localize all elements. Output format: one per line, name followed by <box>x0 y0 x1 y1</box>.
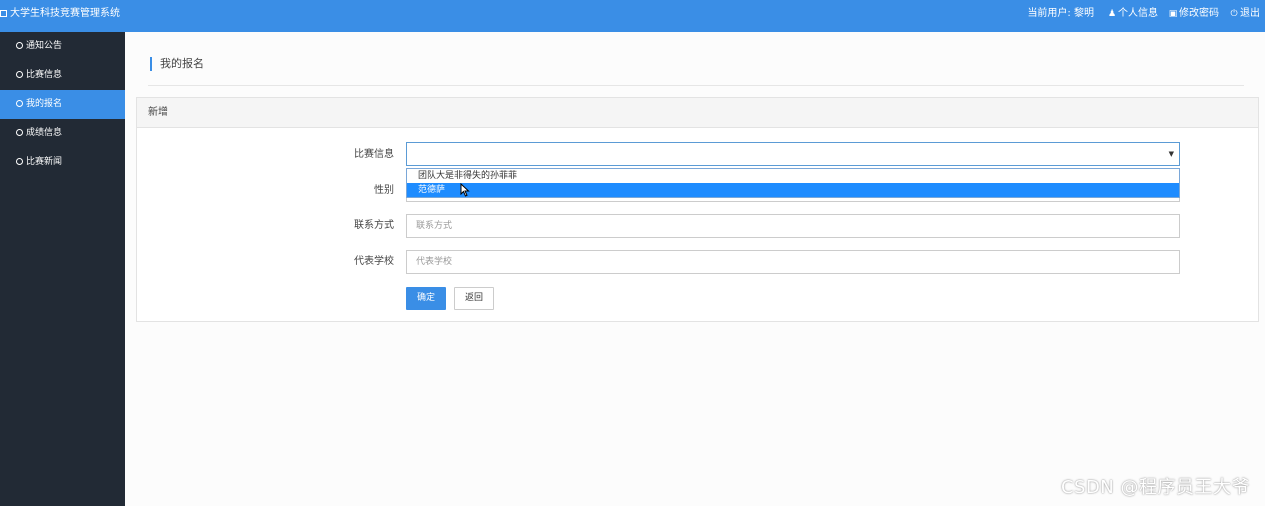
circle-icon <box>16 71 23 78</box>
app-title: 大学生科技竞赛管理系统 <box>10 8 120 19</box>
sidebar-item-scores[interactable]: 成绩信息 <box>0 119 125 148</box>
circle-icon <box>16 129 23 136</box>
current-user-label: 当前用户: 黎明 <box>1027 8 1094 19</box>
logout-link[interactable]: ⏻ 退出 <box>1224 0 1265 32</box>
confirm-button[interactable]: 确定 <box>406 287 446 310</box>
sidebar-item-competitions[interactable]: 比赛信息 <box>0 61 125 90</box>
sidebar-item-news[interactable]: 比赛新闻 <box>0 148 125 177</box>
back-button[interactable]: 返回 <box>454 287 494 310</box>
title-divider <box>148 85 1244 86</box>
sidebar: 通知公告 比赛信息 我的报名 成绩信息 比赛新闻 <box>0 32 125 506</box>
panel-title: 新增 <box>137 98 1258 128</box>
sidebar-item-my-registration[interactable]: 我的报名 <box>0 90 125 119</box>
main-content: 我的报名 新增 比赛信息 ▼ 团队大是非得失的孙菲菲 范德萨 性别 联系方式 联… <box>125 32 1265 506</box>
contact-placeholder: 联系方式 <box>416 221 453 231</box>
monitor-icon <box>0 10 7 17</box>
lock-icon: ▣ <box>1168 9 1178 19</box>
page-title: 我的报名 <box>150 57 204 71</box>
profile-link[interactable]: ♟ 个人信息 <box>1102 0 1163 32</box>
school-input[interactable]: 代表学校 <box>406 250 1180 274</box>
circle-icon <box>16 158 23 165</box>
change-password-link[interactable]: ▣ 修改密码 <box>1163 0 1224 32</box>
app-brand[interactable]: 大学生科技竞赛管理系统 <box>0 0 120 32</box>
circle-icon <box>16 42 23 49</box>
top-navbar: 大学生科技竞赛管理系统 当前用户: 黎明 ♟ 个人信息 ▣ 修改密码 ⏻ 退出 <box>0 0 1265 32</box>
sidebar-item-notices[interactable]: 通知公告 <box>0 32 125 61</box>
form-panel: 新增 比赛信息 ▼ 团队大是非得失的孙菲菲 范德萨 性别 联系方式 联系方式 代… <box>136 97 1259 322</box>
power-icon: ⏻ <box>1230 9 1238 19</box>
competition-label: 比赛信息 <box>354 149 394 160</box>
caret-down-icon: ▼ <box>1168 150 1174 158</box>
dropdown-option-highlighted[interactable]: 范德萨 <box>407 183 1179 197</box>
user-icon: ♟ <box>1107 9 1117 19</box>
dropdown-option[interactable]: 团队大是非得失的孙菲菲 <box>407 169 1179 183</box>
contact-input[interactable]: 联系方式 <box>406 214 1180 238</box>
school-placeholder: 代表学校 <box>416 257 453 267</box>
school-label: 代表学校 <box>354 256 394 267</box>
watermark: CSDN @程序员王大爷 <box>1060 477 1250 498</box>
circle-icon <box>16 100 23 107</box>
competition-dropdown-list: 团队大是非得失的孙菲菲 范德萨 <box>406 168 1180 198</box>
gender-label: 性别 <box>374 185 394 196</box>
top-nav-links: 当前用户: 黎明 ♟ 个人信息 ▣ 修改密码 ⏻ 退出 <box>1022 0 1265 32</box>
competition-select[interactable]: ▼ <box>406 142 1180 166</box>
mouse-cursor-icon <box>460 183 470 197</box>
contact-label: 联系方式 <box>354 220 394 231</box>
